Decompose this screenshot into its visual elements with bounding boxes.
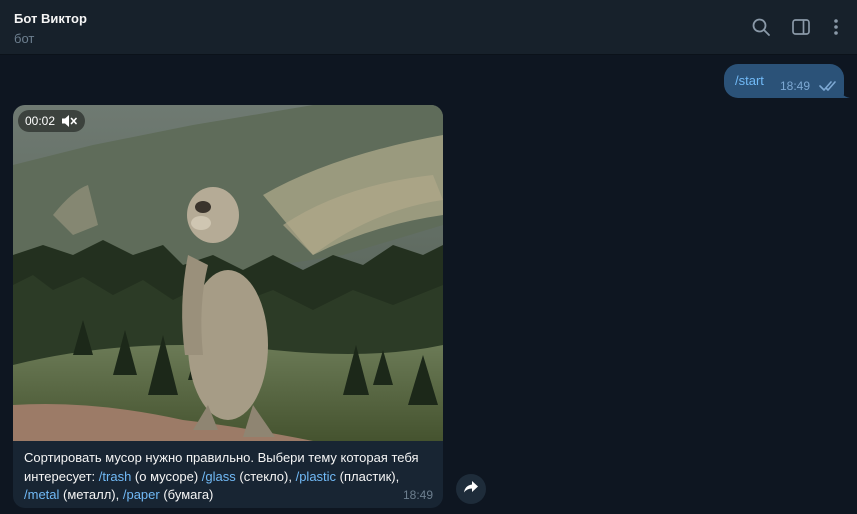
command-metal[interactable]: /metal [24, 487, 59, 502]
gif-preview[interactable]: 00:02 [13, 105, 443, 441]
command-glass[interactable]: /glass [202, 469, 236, 484]
message-caption: Сортировать мусор нужно правильно. Выбер… [24, 449, 429, 505]
command-plastic[interactable]: /plastic [296, 469, 336, 484]
video-duration-badge: 00:02 [18, 110, 86, 132]
video-duration: 00:02 [25, 114, 56, 128]
sidebar-toggle-icon[interactable] [791, 17, 811, 37]
volume-muted-icon[interactable] [61, 114, 77, 128]
share-button[interactable] [456, 474, 486, 504]
command-desc-trash: (о мусоре) [131, 468, 202, 484]
bubble-tail [838, 86, 850, 98]
command-desc-glass: (стекло), [235, 468, 296, 484]
outgoing-time: 18:49 [780, 79, 811, 93]
outgoing-command-text[interactable]: /start [735, 73, 764, 88]
command-paper[interactable]: /paper [123, 487, 160, 502]
command-trash[interactable]: /trash [99, 469, 132, 484]
incoming-time: 18:49 [402, 488, 433, 502]
double-check-icon [819, 79, 839, 91]
command-desc-plastic: (пластик), [336, 468, 400, 484]
search-icon[interactable] [751, 17, 771, 37]
command-desc-metal: (металл), [59, 487, 123, 502]
command-desc-paper: (бумага) [159, 487, 214, 502]
chat-status: бот [14, 31, 35, 46]
more-vertical-icon[interactable] [826, 17, 846, 37]
chat-header: Бот Виктор бот [0, 0, 857, 55]
incoming-message[interactable]: 00:02 Сортировать мусор нужно правильно.… [13, 105, 443, 508]
chat-title[interactable]: Бот Виктор [14, 11, 87, 26]
outgoing-message[interactable]: /start 18:49 [724, 64, 844, 98]
share-arrow-icon [463, 480, 479, 499]
